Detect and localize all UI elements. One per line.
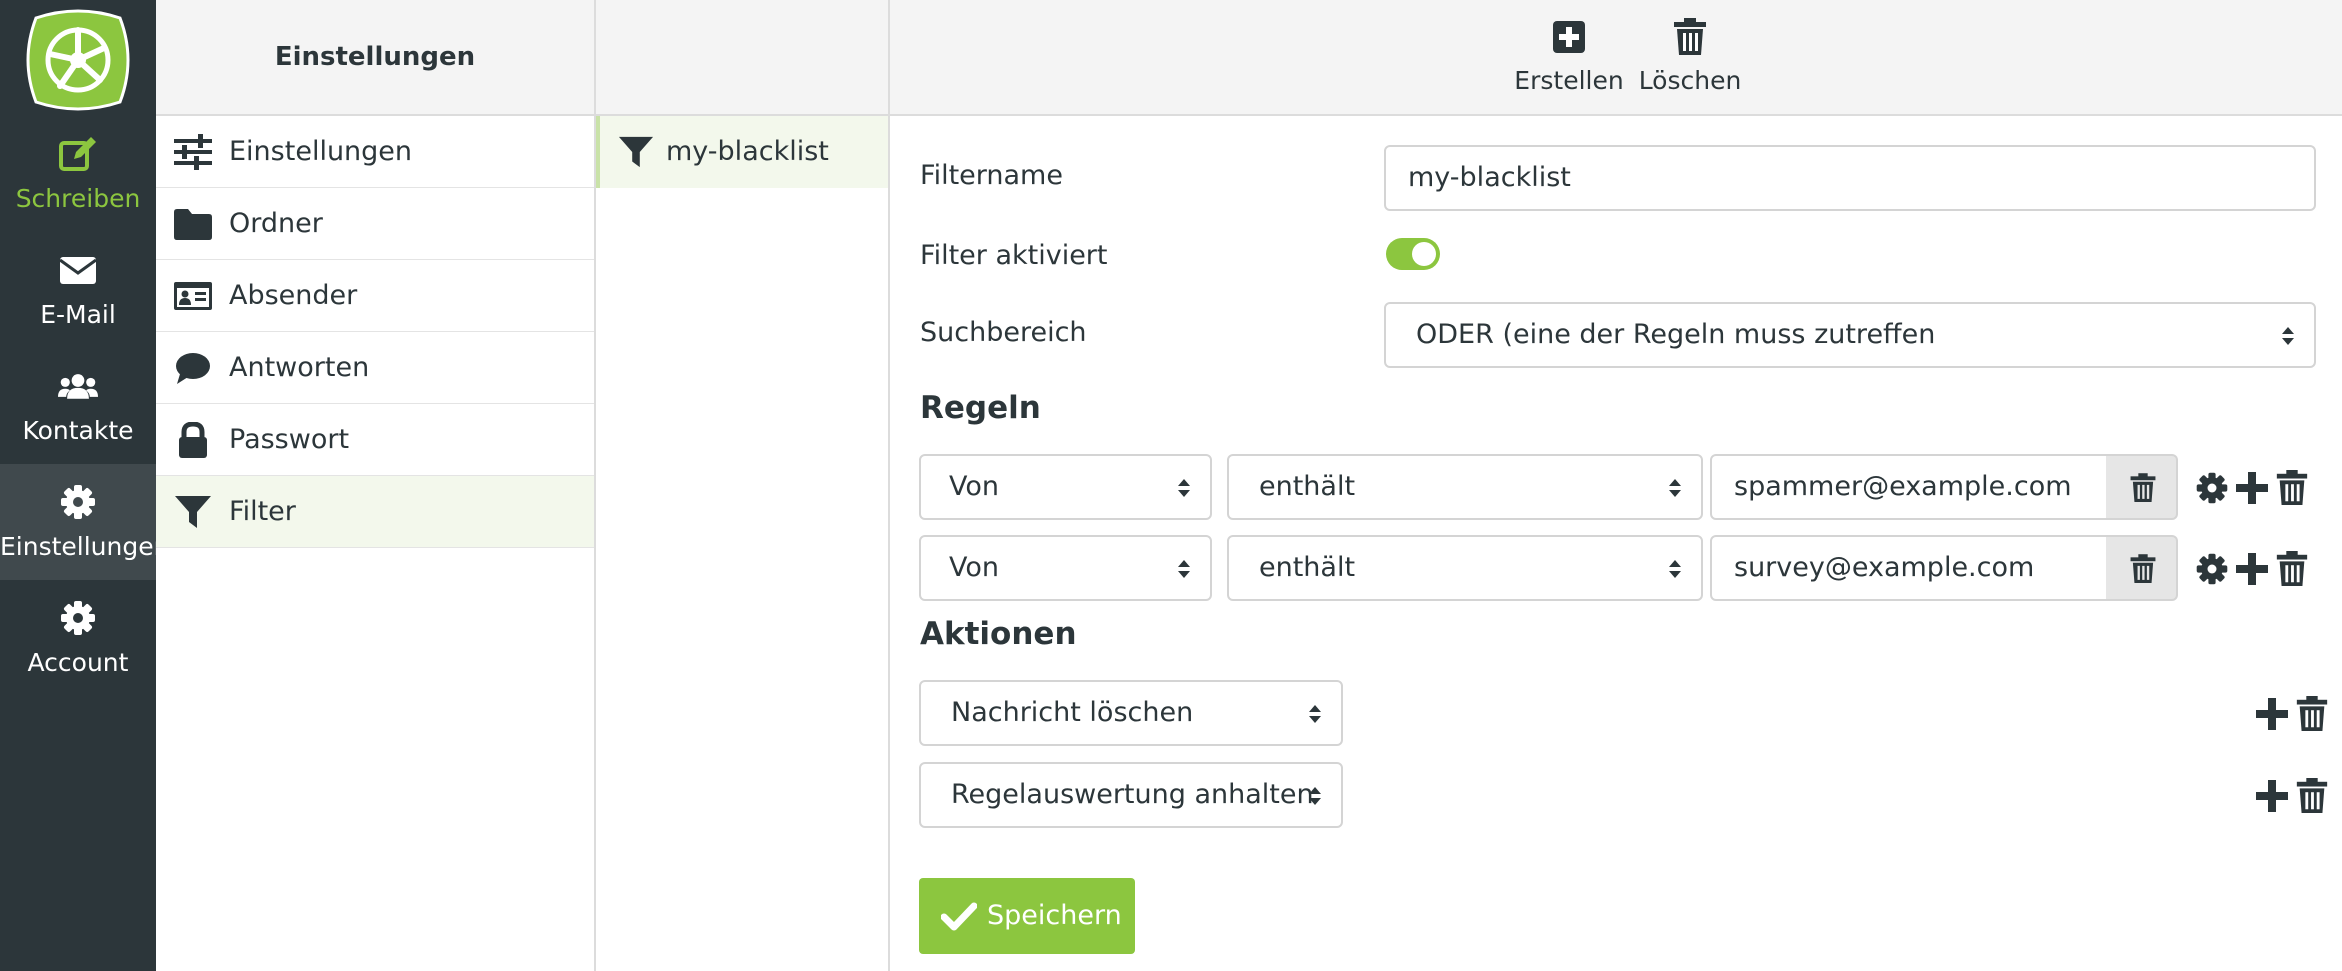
app-rail: Schreiben E-Mail Kontakte Einstellungen … bbox=[0, 0, 170, 971]
toggle-knob bbox=[1412, 242, 1436, 266]
id-card-icon bbox=[174, 282, 212, 310]
edit-icon bbox=[59, 137, 96, 171]
action-select[interactable]: Regelauswertung anhalten bbox=[919, 762, 1343, 828]
settings-item-identities[interactable]: Absender bbox=[156, 260, 594, 332]
filter-enabled-toggle[interactable] bbox=[1386, 238, 1440, 270]
rule-operator-value: enthält bbox=[1259, 471, 1356, 502]
rule-settings-button[interactable] bbox=[2194, 551, 2230, 587]
settings-item-folders[interactable]: Ordner bbox=[156, 188, 594, 260]
check-icon bbox=[941, 902, 977, 931]
delete-label: Löschen bbox=[1638, 66, 1742, 95]
rule-settings-button[interactable] bbox=[2194, 470, 2230, 506]
select-arrows-icon bbox=[1309, 705, 1321, 723]
settings-item-label: Antworten bbox=[229, 352, 370, 383]
settings-title: Einstellungen bbox=[156, 0, 594, 116]
filter-list: my-blacklist bbox=[596, 0, 890, 971]
save-label: Speichern bbox=[987, 900, 1122, 931]
gear-icon bbox=[61, 485, 95, 519]
folder-icon bbox=[174, 209, 212, 240]
rule-add-button[interactable] bbox=[2234, 470, 2270, 506]
select-arrows-icon bbox=[1309, 787, 1321, 805]
rail-label: Kontakte bbox=[22, 416, 134, 445]
rail-contacts[interactable]: Kontakte bbox=[0, 348, 156, 464]
create-label: Erstellen bbox=[1514, 66, 1624, 95]
envelope-icon bbox=[59, 257, 97, 284]
filter-list-header bbox=[596, 0, 888, 116]
rail-label: Einstellungen bbox=[0, 532, 170, 561]
comment-icon bbox=[176, 353, 210, 384]
rail-label: Account bbox=[27, 648, 129, 677]
filter-editor: Erstellen Löschen Filtername my-blacklis… bbox=[890, 0, 2342, 971]
settings-item-label: Passwort bbox=[229, 424, 350, 455]
select-arrows-icon bbox=[1669, 560, 1681, 578]
scope-label: Suchbereich bbox=[920, 317, 1087, 348]
save-button[interactable]: Speichern bbox=[919, 878, 1135, 954]
rule-field-select[interactable]: Von bbox=[919, 535, 1212, 601]
select-arrows-icon bbox=[1669, 479, 1681, 497]
plus-square-icon bbox=[1553, 21, 1585, 53]
rule-operator-value: enthält bbox=[1259, 552, 1356, 583]
settings-item-label: Einstellungen bbox=[229, 136, 413, 167]
rail-label: E-Mail bbox=[40, 300, 116, 329]
select-arrows-icon bbox=[1178, 560, 1190, 578]
trash-icon bbox=[2130, 554, 2156, 583]
settings-item-label: Filter bbox=[229, 496, 296, 527]
rule-field-select[interactable]: Von bbox=[919, 454, 1212, 520]
rule-delete-button[interactable] bbox=[2274, 551, 2310, 587]
settings-item-general[interactable]: Einstellungen bbox=[156, 116, 594, 188]
delete-button[interactable]: Löschen bbox=[1632, 18, 1748, 102]
settings-list: Einstellungen Einstellungen Ordner Absen… bbox=[156, 0, 596, 971]
action-add-button[interactable] bbox=[2254, 696, 2290, 732]
filter-icon bbox=[175, 496, 211, 528]
rule-operator-select[interactable]: enthält bbox=[1227, 535, 1703, 601]
filter-item[interactable]: my-blacklist bbox=[596, 116, 888, 188]
filter-icon bbox=[618, 136, 654, 168]
app-logo bbox=[26, 9, 130, 111]
users-icon bbox=[58, 374, 98, 399]
action-delete-button[interactable] bbox=[2294, 696, 2330, 732]
rail-account[interactable]: Account bbox=[0, 580, 156, 696]
rail-settings[interactable]: Einstellungen bbox=[0, 464, 170, 580]
settings-item-label: Ordner bbox=[229, 208, 323, 239]
sliders-icon bbox=[174, 134, 212, 170]
rule-value-clear-button[interactable] bbox=[2106, 535, 2178, 601]
trash-icon bbox=[2130, 473, 2156, 502]
create-button[interactable]: Erstellen bbox=[1506, 18, 1632, 102]
action-value: Nachricht löschen bbox=[951, 697, 1194, 728]
filter-enabled-label: Filter aktiviert bbox=[920, 240, 1108, 271]
rule-add-button[interactable] bbox=[2234, 551, 2270, 587]
scope-select[interactable]: ODER (eine der Regeln muss zutreffen bbox=[1384, 302, 2316, 368]
rules-heading: Regeln bbox=[920, 390, 1041, 426]
scope-value: ODER (eine der Regeln muss zutreffen bbox=[1416, 319, 1936, 350]
filter-name-label: Filtername bbox=[920, 160, 1063, 191]
rule-value-input[interactable]: survey@example.com bbox=[1710, 535, 2108, 601]
select-arrows-icon bbox=[2282, 327, 2294, 345]
rail-label: Schreiben bbox=[15, 184, 141, 213]
rail-compose[interactable]: Schreiben bbox=[0, 116, 156, 232]
toolbar: Erstellen Löschen bbox=[890, 0, 2342, 116]
settings-item-password[interactable]: Passwort bbox=[156, 404, 594, 476]
rule-value-input[interactable]: spammer@example.com bbox=[1710, 454, 2108, 520]
settings-item-filter[interactable]: Filter bbox=[156, 476, 594, 548]
trash-icon bbox=[1674, 18, 1706, 55]
action-delete-button[interactable] bbox=[2294, 778, 2330, 814]
actions-heading: Aktionen bbox=[920, 616, 1077, 652]
settings-item-responses[interactable]: Antworten bbox=[156, 332, 594, 404]
settings-item-label: Absender bbox=[229, 280, 358, 311]
gear-icon bbox=[61, 601, 95, 635]
action-value: Regelauswertung anhalten bbox=[951, 779, 1314, 810]
action-select[interactable]: Nachricht löschen bbox=[919, 680, 1343, 746]
rule-value-clear-button[interactable] bbox=[2106, 454, 2178, 520]
filter-name-input[interactable]: my-blacklist bbox=[1384, 145, 2316, 211]
lock-icon bbox=[179, 422, 207, 458]
rule-operator-select[interactable]: enthält bbox=[1227, 454, 1703, 520]
rule-field-value: Von bbox=[949, 552, 1000, 583]
rule-delete-button[interactable] bbox=[2274, 470, 2310, 506]
select-arrows-icon bbox=[1178, 479, 1190, 497]
action-add-button[interactable] bbox=[2254, 778, 2290, 814]
filter-item-label: my-blacklist bbox=[666, 136, 829, 167]
rule-field-value: Von bbox=[949, 471, 1000, 502]
rail-email[interactable]: E-Mail bbox=[0, 232, 156, 348]
